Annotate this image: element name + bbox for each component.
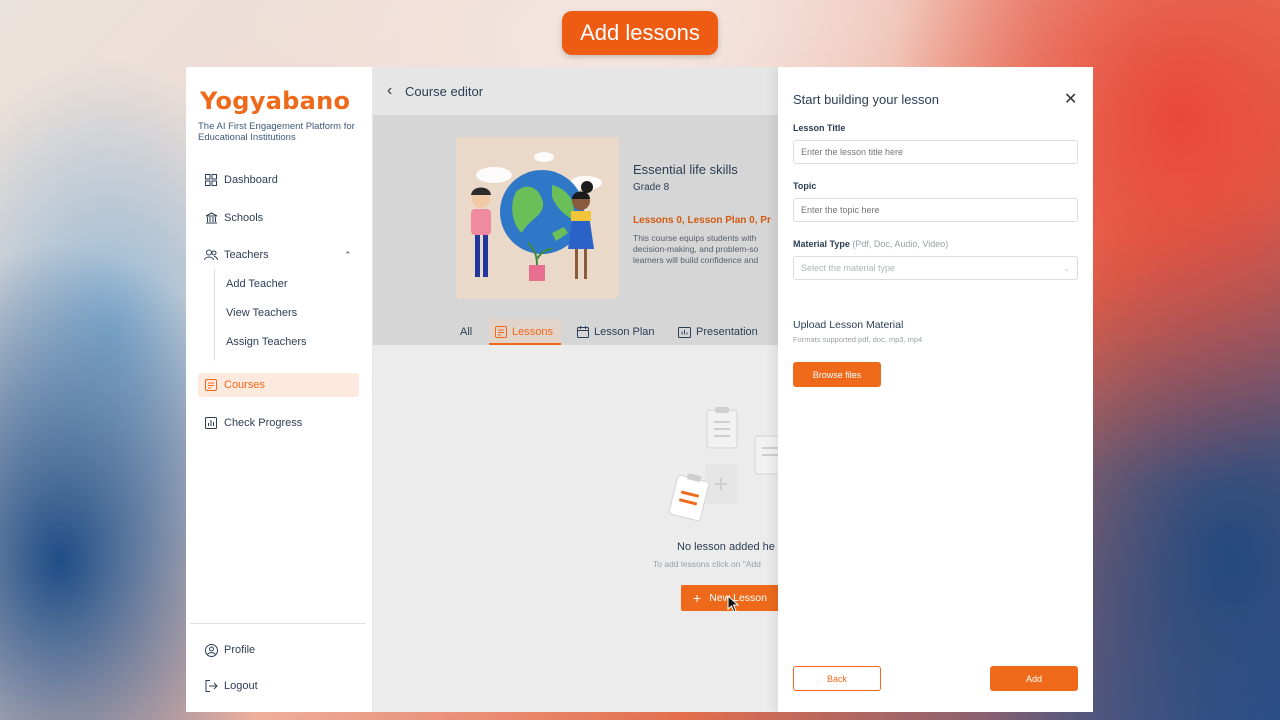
topic-label: Topic (793, 181, 817, 191)
back-button[interactable]: Back (793, 666, 881, 691)
submenu-line (214, 269, 215, 361)
sidebar-item-label: Courses (224, 379, 265, 391)
course-title: Essential life skills (633, 162, 738, 177)
tab-lesson-plan[interactable]: Lesson Plan (577, 326, 655, 338)
topic-input[interactable] (793, 198, 1078, 222)
material-type-label: Material Type (Pdf, Doc, Audio, Video) (793, 239, 949, 249)
empty-state-title: No lesson added he (677, 541, 775, 553)
sidebar-item-label: Teachers (224, 249, 269, 261)
brand-logo: Yogyabano (200, 87, 351, 115)
lessons-icon (495, 326, 507, 338)
material-type-hint: (Pdf, Doc, Audio, Video) (852, 239, 949, 249)
sidebar: Yogyabano The AI First Engagement Platfo… (186, 67, 373, 712)
user-circle-icon (204, 643, 218, 657)
course-grade: Grade 8 (633, 182, 670, 193)
submenu-add-teacher[interactable]: Add Teacher (226, 278, 288, 290)
calendar-icon (577, 326, 589, 338)
app-window: Yogyabano The AI First Engagement Platfo… (186, 67, 1093, 712)
main-content: ‹ Course editor Essential life skills Gr… (373, 67, 791, 712)
sidebar-item-dashboard[interactable]: Dashboard (204, 170, 278, 190)
tab-lessons[interactable]: Lessons (495, 326, 553, 338)
back-chevron-icon[interactable]: ‹ (387, 82, 392, 100)
material-type-select[interactable]: Select the material type ⌄ (793, 256, 1078, 280)
brand-tagline: The AI First Engagement Platform for Edu… (198, 121, 355, 143)
mouse-cursor-icon (727, 595, 740, 613)
sidebar-item-label: Schools (224, 212, 264, 224)
active-tab-underline (489, 343, 561, 345)
lesson-title-label: Lesson Title (793, 123, 846, 133)
sidebar-item-label: Logout (224, 680, 258, 692)
chevron-down-icon: ⌄ (1063, 263, 1070, 273)
sidebar-item-label: Profile (224, 644, 256, 656)
grid-icon (204, 173, 218, 187)
empty-state-illustration (668, 407, 783, 522)
sidebar-item-courses[interactable]: Courses (204, 375, 265, 395)
presentation-icon (678, 326, 691, 338)
course-stats: Lessons 0, Lesson Plan 0, Pr (633, 215, 771, 226)
sidebar-divider (190, 623, 366, 624)
step-banner: Add lessons (562, 11, 718, 55)
tab-all[interactable]: All (460, 326, 472, 338)
plus-icon: + (693, 590, 702, 606)
course-illustration (456, 137, 619, 299)
close-icon[interactable]: ✕ (1064, 89, 1077, 109)
content-tabs: All Lessons Lesson Plan Presentation (373, 319, 778, 345)
browse-files-button[interactable]: Browse files (793, 362, 881, 387)
lesson-drawer: Start building your lesson ✕ Lesson Titl… (778, 67, 1093, 712)
empty-state-subtitle: To add lessons click on "Add (653, 559, 761, 569)
building-icon (204, 211, 218, 225)
page-title: Course editor (405, 84, 484, 99)
sidebar-item-label: Dashboard (224, 174, 278, 186)
upload-formats: Formats supported pdf, doc, mp3, mp4 (793, 335, 923, 344)
submenu-view-teachers[interactable]: View Teachers (226, 307, 297, 319)
sidebar-item-schools[interactable]: Schools (204, 208, 263, 228)
logout-icon (204, 679, 218, 693)
sidebar-item-check-progress[interactable]: Check Progress (204, 413, 302, 433)
chevron-up-icon[interactable]: ⌃ (344, 250, 352, 261)
tab-presentation[interactable]: Presentation (678, 326, 758, 338)
sidebar-item-profile[interactable]: Profile (204, 640, 255, 660)
submenu-assign-teachers[interactable]: Assign Teachers (226, 336, 307, 348)
sidebar-item-label: Check Progress (224, 417, 303, 429)
chart-icon (204, 416, 218, 430)
topbar: ‹ Course editor (373, 67, 778, 115)
lesson-title-input[interactable] (793, 140, 1078, 164)
drawer-title: Start building your lesson (793, 92, 939, 107)
users-icon (204, 248, 218, 262)
upload-title: Upload Lesson Material (793, 319, 904, 331)
course-description: This course equips students with decisio… (633, 233, 759, 265)
sidebar-item-logout[interactable]: Logout (204, 676, 258, 696)
book-icon (204, 378, 218, 392)
sidebar-item-teachers[interactable]: Teachers (204, 245, 269, 265)
add-button[interactable]: Add (990, 666, 1078, 691)
